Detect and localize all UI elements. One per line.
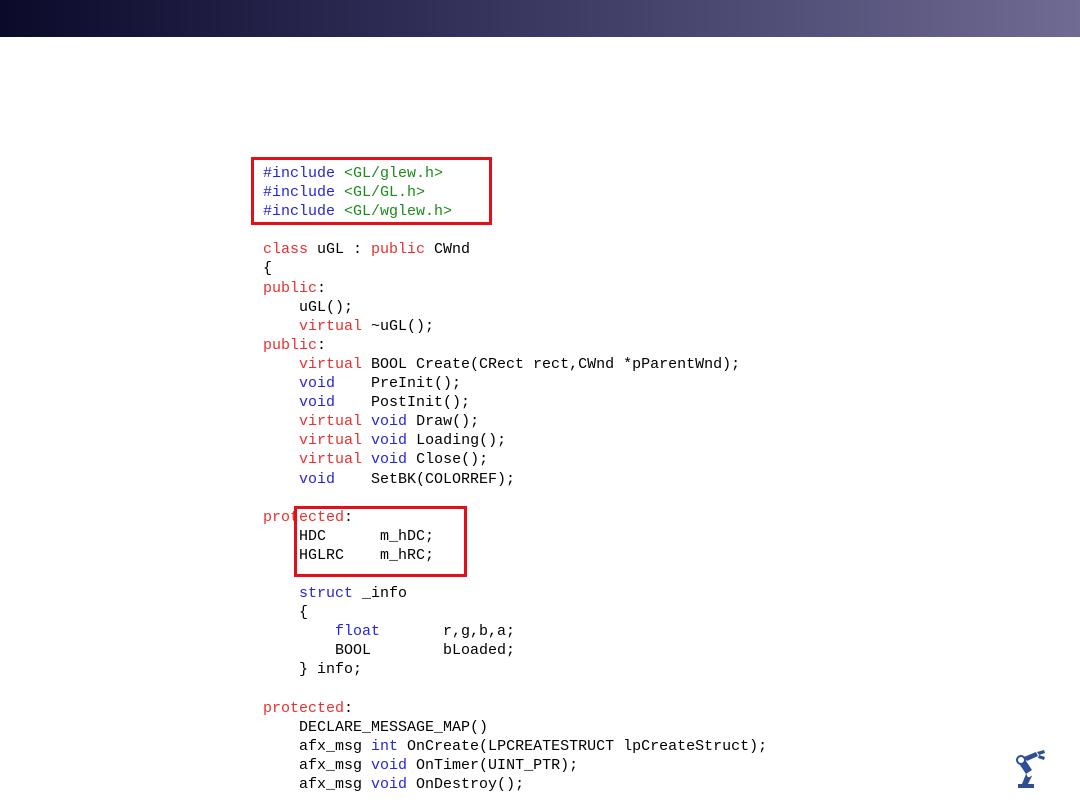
code-text: _info [353,585,408,603]
code-line: struct _info [263,584,767,603]
code-token-blue: void [371,756,408,774]
code-token-blue: void [371,432,408,450]
code-text: : [317,336,327,354]
code-text: OnCreate(LPCREATESTRUCT lpCreateStruct); [398,737,768,755]
code-token-blue: float [335,623,381,641]
code-text: CWnd [425,241,471,259]
code-token-blue: struct [299,585,354,603]
code-line: class uGL : public CWnd [263,240,767,259]
code-line: BOOL bLoaded; [263,641,767,660]
code-line: virtual BOOL Create(CRect rect,CWnd *pPa… [263,355,767,374]
code-text: SetBK(COLORREF); [335,470,516,488]
code-text: DECLARE_MESSAGE_MAP() [263,718,489,736]
code-token-red: protected [263,699,345,717]
code-token-red: virtual [299,432,363,450]
code-line: DECLARE_MESSAGE_MAP() [263,718,767,737]
code-listing: #include <GL/glew.h> #include <GL/GL.h> #i… [263,164,767,794]
code-line: { [263,603,767,622]
code-token-blue: void [371,451,408,469]
code-text: } info; [263,661,363,679]
code-token-blue: void [299,470,336,488]
code-token-blue: void [299,394,336,412]
code-token-red: virtual [299,355,363,373]
robot-arm-icon [1016,750,1045,788]
code-line: uGL(); [263,298,767,317]
code-line: void PostInit(); [263,393,767,412]
code-text: : [344,699,354,717]
code-token-red: public [263,336,318,354]
code-token-blue: void [371,413,408,431]
code-line: virtual void Close(); [263,450,767,469]
code-line: virtual void Draw(); [263,412,767,431]
code-line: protected: [263,699,767,718]
code-token-red: virtual [299,451,363,469]
code-text: ~uGL(); [362,317,435,335]
code-line: afx_msg int OnCreate(LPCREATESTRUCT lpCr… [263,737,767,756]
code-token-red: public [263,279,318,297]
code-line: afx_msg void OnDestroy(); [263,775,767,794]
code-line: float r,g,b,a; [263,622,767,641]
code-text: Loading(); [407,432,507,450]
highlight-box-includes [251,157,492,225]
code-line: void SetBK(COLORREF); [263,470,767,489]
code-text: BOOL Create(CRect rect,CWnd *pParentWnd)… [362,355,741,373]
code-text: BOOL bLoaded; [263,642,516,660]
code-line: public: [263,279,767,298]
code-token-red: virtual [299,317,363,335]
code-token-blue: void [371,776,408,793]
highlight-box-members [294,506,467,577]
code-token-blue: void [299,375,336,393]
code-line: afx_msg void OnTimer(UINT_PTR); [263,756,767,775]
code-line: virtual ~uGL(); [263,317,767,336]
code-text: uGL(); [263,298,354,316]
code-token-blue: int [371,737,399,755]
code-text: r,g,b,a; [380,623,516,641]
code-text: Close(); [407,451,489,469]
code-text: uGL : [308,241,372,259]
code-line: virtual void Loading(); [263,431,767,450]
code-text: Draw(); [407,413,480,431]
code-text: PreInit(); [335,375,462,393]
code-text: : [317,279,327,297]
code-line: } info; [263,660,767,679]
code-text: OnDestroy(); [407,776,525,793]
code-text: afx_msg [263,776,372,793]
code-text: afx_msg [263,737,372,755]
code-line: { [263,259,767,278]
code-line: public: [263,336,767,355]
code-text: { [263,604,309,622]
code-text: PostInit(); [335,394,471,412]
title-band [0,0,1080,37]
code-text: { [263,260,273,278]
code-token-red: public [371,241,426,259]
code-text: afx_msg [263,756,372,774]
code-token-red: virtual [299,413,363,431]
code-token-red: class [263,241,309,259]
code-text: OnTimer(UINT_PTR); [407,756,579,774]
code-line: void PreInit(); [263,374,767,393]
